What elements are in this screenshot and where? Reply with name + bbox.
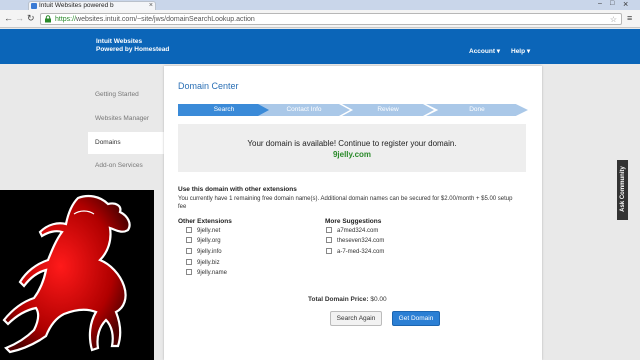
other-extension-option[interactable]: 9jelly.biz [186,259,220,268]
extensions-title: Use this domain with other extensions [178,186,297,193]
ask-community-label: Ask Community [620,166,626,212]
url-input[interactable]: https://websites.intuit.com/~site/jws/do… [40,13,622,25]
suggestion-option[interactable]: a7med324.com [326,227,378,236]
other-extension-option[interactable]: 9jelly.name [186,269,227,278]
suggestion-option[interactable]: theseven324.com [326,237,384,246]
other-extension-option[interactable]: 9jelly.info [186,248,222,257]
total-price-label: Total Domain Price: [308,296,369,303]
brand-line-2: Powered by Homestead [96,46,170,53]
availability-box [178,124,526,172]
step-done: Done [426,104,528,116]
other-extension-option[interactable]: 9jelly.net [186,227,220,236]
brand-line-1: Intuit Websites [96,38,143,45]
checkbox[interactable] [326,248,332,255]
brand-logo[interactable]: Intuit Websites Powered by Homestead [96,38,169,54]
checkbox[interactable] [186,248,192,255]
checkbox[interactable] [186,227,192,234]
help-menu[interactable]: Help ▾ [511,47,530,55]
other-extensions-title: Other Extensions [178,218,232,225]
checkbox[interactable] [186,237,192,244]
horse-image [0,190,154,360]
forward-icon[interactable]: → [15,13,24,23]
browser-tab-strip: Intuit Websites powered b × – □ × [0,0,640,10]
lock-icon [45,15,51,23]
close-tab-icon[interactable]: × [149,2,153,10]
availability-message: Your domain is available! Continue to re… [247,139,457,148]
browser-menu-icon[interactable]: ≡ [627,13,632,23]
checkbox[interactable] [186,269,192,276]
suggestion-option[interactable]: a-7-med-324.com [326,248,384,257]
total-price: Total Domain Price: $0.00 [308,296,387,303]
step-search: Search [178,104,270,116]
step-review: Review [342,104,434,116]
account-menu[interactable]: Account ▾ [469,47,500,55]
sidebar-item-domains[interactable]: Domains [88,132,168,154]
progress-steps: Search Contact Info Review Done [178,104,528,116]
minimize-icon[interactable]: – [598,0,602,7]
more-suggestions-title: More Suggestions [325,218,382,225]
browser-tab[interactable]: Intuit Websites powered b × [28,1,156,10]
get-domain-button[interactable]: Get Domain [392,311,440,326]
extensions-description: You currently have 1 remaining free doma… [178,196,513,210]
checkbox[interactable] [326,237,332,244]
url-scheme: https:// [55,16,77,23]
close-window-icon[interactable]: × [623,0,628,9]
maximize-icon[interactable]: □ [610,0,614,7]
url-text: websites.intuit.com/~site/jws/domainSear… [76,16,255,23]
browser-tab-title: Intuit Websites powered b [39,2,114,9]
step-contact-info: Contact Info [258,104,350,116]
checkbox[interactable] [326,227,332,234]
back-icon[interactable]: ← [4,13,13,23]
other-extension-option[interactable]: 9jelly.org [186,237,221,246]
reload-icon[interactable]: ↻ [27,13,35,24]
checkbox[interactable] [186,259,192,266]
total-price-value: $0.00 [370,296,387,303]
available-domain: 9jelly.com [332,150,372,159]
search-again-button[interactable]: Search Again [330,311,382,326]
ask-community-tab[interactable]: Ask Community [617,160,628,220]
horse-silhouette-icon [2,194,131,354]
sidebar-item-getting-started[interactable]: Getting Started [88,84,158,106]
sidebar-item-add-on-services[interactable]: Add-on Services [88,155,158,177]
address-toolbar: ← → ↻ https://websites.intuit.com/~site/… [0,10,640,28]
bookmark-star-icon[interactable]: ☆ [610,14,617,25]
page-title: Domain Center [178,81,239,91]
sidebar-item-websites-manager[interactable]: Websites Manager [88,108,158,130]
site-favicon-icon [31,3,37,9]
